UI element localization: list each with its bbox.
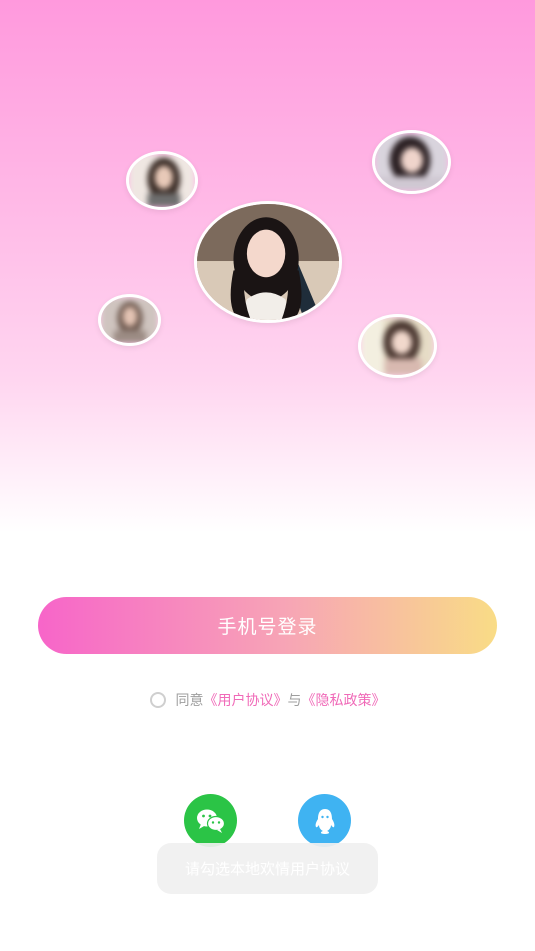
- agreement-row: 同意 《用户协议》 与 《隐私政策》: [0, 688, 535, 712]
- avatar-4: [358, 314, 437, 378]
- qq-login-button[interactable]: [298, 794, 351, 847]
- user-agreement-link[interactable]: 《用户协议》: [204, 690, 288, 710]
- avatar-1-image: [129, 154, 195, 207]
- phone-login-button[interactable]: 手机号登录: [38, 597, 497, 654]
- phone-login-label: 手机号登录: [217, 616, 318, 638]
- qq-icon: [315, 808, 334, 834]
- agreement-prefix: 同意: [175, 693, 204, 709]
- avatar-2: [372, 130, 451, 194]
- avatar-1: [126, 151, 198, 210]
- agreement-conjunction: 与: [287, 693, 302, 709]
- avatar-3: [98, 294, 161, 346]
- main-avatar: [194, 201, 342, 323]
- main-avatar-image: [197, 204, 339, 320]
- toast-message: 请勾选本地欢情用户协议: [157, 843, 378, 894]
- privacy-policy-link[interactable]: 《隐私政策》: [302, 690, 386, 710]
- wechat-login-button[interactable]: [184, 794, 237, 847]
- wechat-icon: [196, 809, 225, 833]
- avatar-3-image: [101, 297, 158, 343]
- avatar-2-image: [375, 133, 448, 191]
- toast-text: 请勾选本地欢情用户协议: [184, 860, 350, 878]
- agreement-checkbox[interactable]: [149, 692, 166, 708]
- avatar-4-image: [361, 317, 434, 375]
